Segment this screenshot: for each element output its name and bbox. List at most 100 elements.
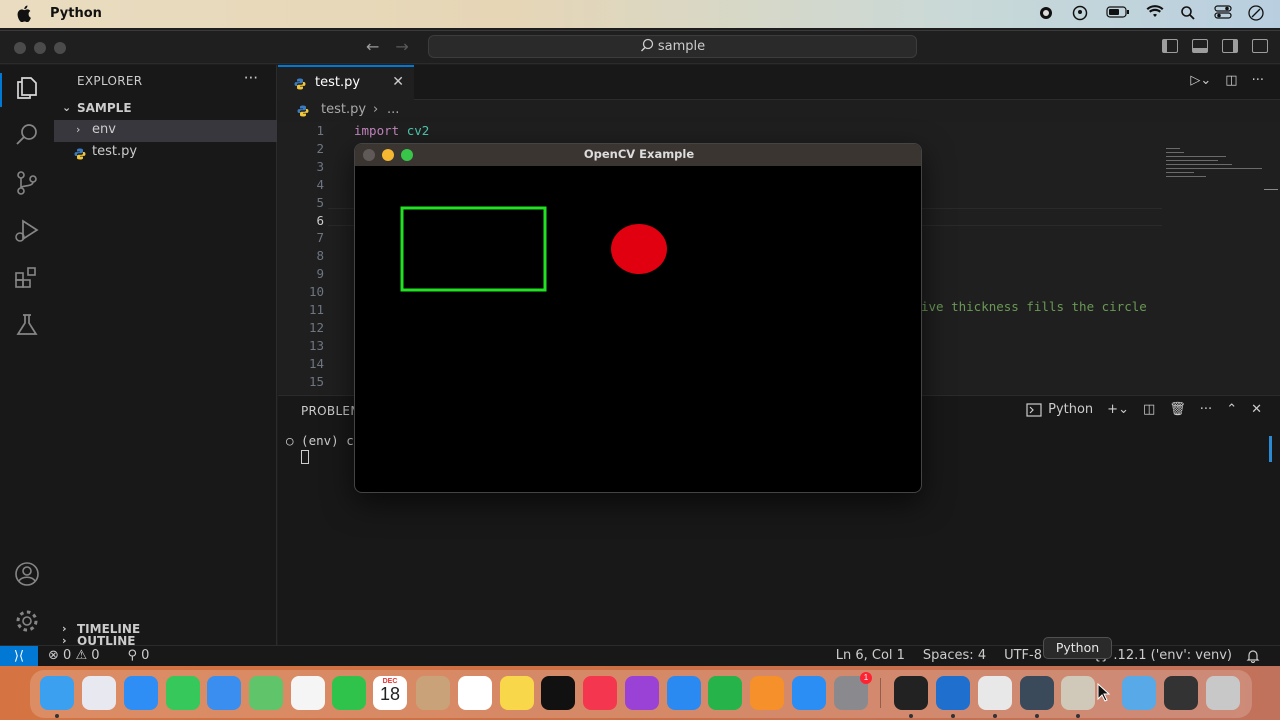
numbers-icon[interactable] — [708, 676, 742, 710]
timeline-section-header[interactable]: › TIMELINE — [54, 619, 277, 641]
mouse-pointer-icon — [1097, 683, 1111, 702]
toggle-sidebar-icon[interactable] — [1162, 39, 1178, 53]
remote-indicator-icon[interactable]: ⟩⟨ — [0, 646, 38, 668]
active-app-name[interactable]: Python — [50, 6, 102, 21]
interpreter-selector[interactable]: {} .12.1 ('env': venv) — [1093, 648, 1232, 663]
command-center-search[interactable]: sample — [428, 35, 917, 58]
run-and-debug-icon[interactable] — [14, 218, 40, 244]
timeline-label: TIMELINE — [77, 622, 141, 636]
keynote-icon[interactable] — [667, 676, 701, 710]
podcasts-icon[interactable] — [625, 676, 659, 710]
finder-icon[interactable] — [40, 676, 74, 710]
notifications-bell-icon[interactable] — [1246, 649, 1260, 663]
safari-icon[interactable] — [124, 676, 158, 710]
problems-status[interactable]: ⊗ 0 ⚠ 0 — [48, 648, 100, 663]
forward-arrow-icon[interactable]: → — [395, 37, 408, 56]
app-store-icon[interactable] — [792, 676, 826, 710]
control-center-icon[interactable] — [1214, 5, 1232, 21]
code-comment-line-11: ive thickness fills the circle — [921, 299, 1147, 314]
running-indicator — [1035, 714, 1039, 718]
zoom-window-button[interactable] — [54, 42, 66, 54]
chrome-icon[interactable] — [978, 676, 1012, 710]
reminders-icon[interactable] — [458, 676, 492, 710]
quicktime-icon[interactable] — [1020, 676, 1054, 710]
maps-icon[interactable] — [249, 676, 283, 710]
user-icon[interactable] — [1072, 5, 1090, 21]
search-icon[interactable] — [14, 122, 40, 148]
more-actions-icon[interactable]: ··· — [1200, 402, 1212, 417]
downloads-icon[interactable] — [1122, 676, 1156, 710]
customize-layout-icon[interactable] — [1252, 39, 1268, 53]
trash-icon[interactable] — [1206, 676, 1240, 710]
tree-item-test-py[interactable]: test.py — [54, 142, 277, 164]
terminal-icon[interactable] — [894, 676, 928, 710]
tab-test-py[interactable]: test.py ✕ — [278, 65, 414, 100]
minimap[interactable] — [1162, 122, 1280, 394]
run-python-file-icon[interactable]: ▷⌄ — [1190, 73, 1211, 88]
breadcrumb-file[interactable]: test.py — [321, 102, 366, 117]
maximize-panel-chevron-up-icon[interactable]: ⌃ — [1226, 402, 1237, 417]
facetime-icon[interactable] — [332, 676, 366, 710]
tree-item-env[interactable]: › env — [54, 120, 277, 142]
battery-icon[interactable] — [1106, 5, 1130, 21]
terminal-cursor — [301, 450, 309, 464]
new-terminal-icon[interactable]: +⌄ — [1107, 402, 1129, 417]
encoding[interactable]: UTF-8 — [1004, 648, 1042, 663]
notes-icon[interactable] — [500, 676, 534, 710]
close-panel-icon[interactable]: ✕ — [1251, 402, 1262, 417]
cursor-position[interactable]: Ln 6, Col 1 — [836, 648, 905, 663]
macos-menu-bar: Python — [0, 0, 1280, 28]
wifi-icon[interactable] — [1146, 5, 1164, 21]
calendar-icon[interactable]: DEC 18 — [373, 676, 407, 710]
python-launcher-icon[interactable] — [1061, 676, 1095, 710]
toggle-secondary-sidebar-icon[interactable] — [1222, 39, 1238, 53]
scrollbar[interactable] — [1269, 436, 1272, 462]
contacts-icon[interactable] — [416, 676, 450, 710]
tv-icon[interactable] — [541, 676, 575, 710]
spotlight-search-icon[interactable] — [1180, 5, 1198, 21]
zoom-window-button[interactable] — [401, 149, 413, 161]
messages-icon[interactable] — [166, 676, 200, 710]
vscode-icon[interactable] — [936, 676, 970, 710]
launchpad-icon[interactable] — [82, 676, 116, 710]
indentation[interactable]: Spaces: 4 — [923, 648, 986, 663]
system-settings-icon[interactable]: 1 — [834, 672, 872, 710]
testing-flask-icon[interactable] — [14, 312, 40, 338]
close-icon[interactable]: ✕ — [392, 74, 404, 90]
mail-icon[interactable] — [207, 676, 241, 710]
extensions-icon[interactable] — [14, 265, 40, 291]
back-arrow-icon[interactable]: ← — [366, 37, 379, 56]
line-number: 2 — [316, 140, 324, 156]
record-icon[interactable] — [1038, 5, 1056, 21]
workspace-folder-header[interactable]: ⌄ SAMPLE — [54, 98, 277, 120]
opencv-window[interactable]: OpenCV Example — [354, 143, 922, 493]
explorer-icon[interactable] — [14, 75, 40, 101]
apple-icon[interactable] — [17, 5, 31, 22]
photos-icon[interactable] — [291, 676, 325, 710]
toggle-panel-icon[interactable] — [1192, 39, 1208, 53]
close-window-button[interactable] — [14, 42, 26, 54]
close-window-button[interactable] — [363, 149, 375, 161]
breadcrumb-symbol[interactable]: ... — [387, 102, 399, 117]
more-actions-icon[interactable]: ··· — [244, 69, 258, 87]
command-center-text: sample — [657, 39, 706, 54]
split-terminal-icon[interactable]: ◫ — [1143, 402, 1155, 417]
running-indicator — [951, 714, 955, 718]
siri-icon[interactable] — [1248, 5, 1266, 21]
more-actions-icon[interactable]: ··· — [1252, 73, 1264, 88]
minimize-window-button[interactable] — [382, 149, 394, 161]
ports-status[interactable]: ⚲ 0 — [128, 648, 150, 663]
accounts-icon[interactable] — [14, 561, 40, 587]
dock-separator — [880, 678, 881, 708]
workspace-folder-name: SAMPLE — [77, 101, 132, 115]
music-icon[interactable] — [583, 676, 617, 710]
pages-icon[interactable] — [750, 676, 784, 710]
kill-terminal-trash-icon[interactable]: 🗑 — [1169, 402, 1186, 417]
terminal-selector[interactable]: Python — [1026, 402, 1093, 417]
minimize-window-button[interactable] — [34, 42, 46, 54]
settings-gear-icon[interactable] — [14, 608, 40, 634]
ports-count: 0 — [141, 648, 150, 663]
source-control-icon[interactable] — [14, 170, 40, 196]
screenshot-icon[interactable] — [1164, 676, 1198, 710]
split-editor-icon[interactable]: ◫ — [1225, 73, 1237, 88]
